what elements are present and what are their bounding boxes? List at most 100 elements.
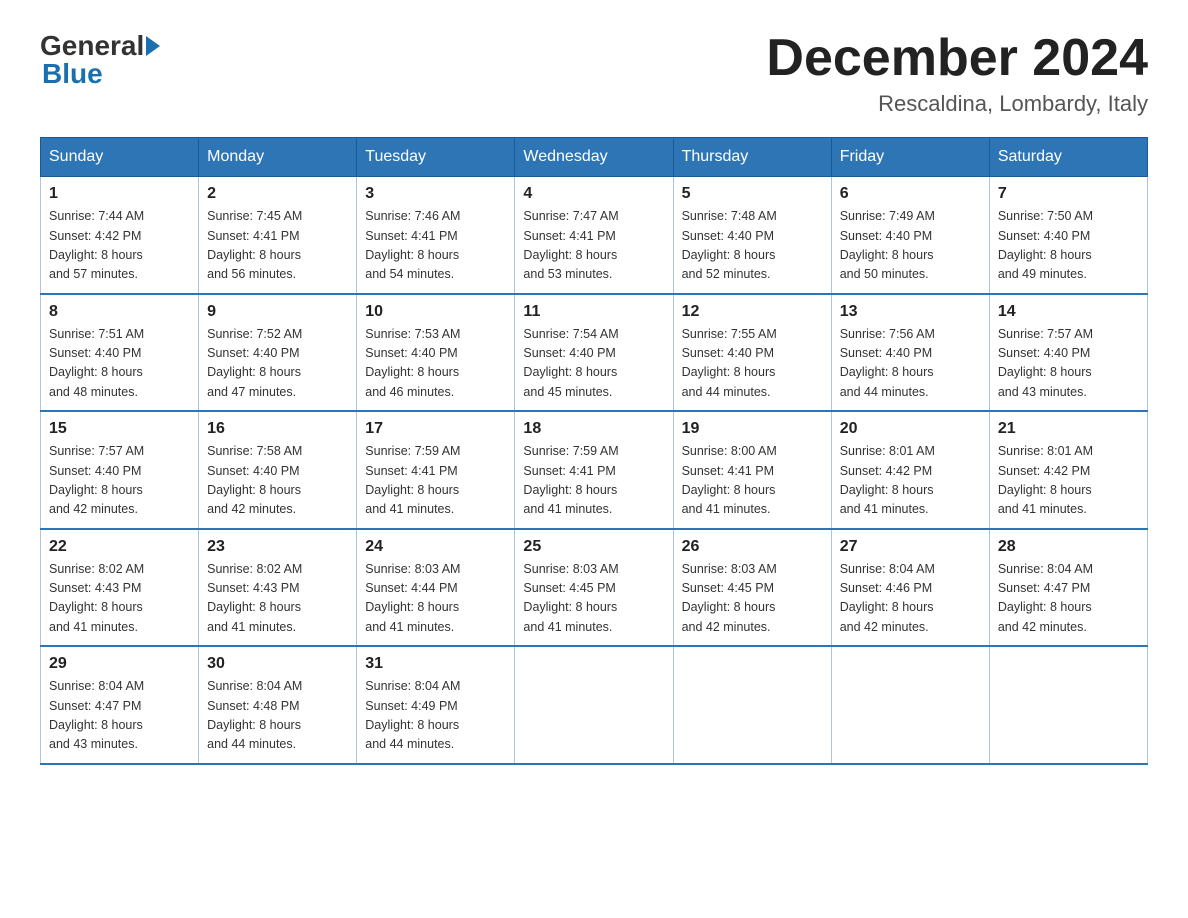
location: Rescaldina, Lombardy, Italy bbox=[766, 91, 1148, 117]
header-monday: Monday bbox=[199, 138, 357, 177]
table-row: 5 Sunrise: 7:48 AM Sunset: 4:40 PM Dayli… bbox=[673, 177, 831, 294]
table-row: 13 Sunrise: 7:56 AM Sunset: 4:40 PM Dayl… bbox=[831, 294, 989, 412]
day-number: 31 bbox=[365, 655, 506, 673]
day-info: Sunrise: 7:52 AM Sunset: 4:40 PM Dayligh… bbox=[207, 325, 348, 403]
day-info: Sunrise: 7:47 AM Sunset: 4:41 PM Dayligh… bbox=[523, 207, 664, 285]
table-row: 17 Sunrise: 7:59 AM Sunset: 4:41 PM Dayl… bbox=[357, 411, 515, 529]
calendar-header-row: Sunday Monday Tuesday Wednesday Thursday… bbox=[41, 138, 1148, 177]
table-row: 8 Sunrise: 7:51 AM Sunset: 4:40 PM Dayli… bbox=[41, 294, 199, 412]
table-row bbox=[673, 646, 831, 764]
day-info: Sunrise: 7:55 AM Sunset: 4:40 PM Dayligh… bbox=[682, 325, 823, 403]
day-info: Sunrise: 7:54 AM Sunset: 4:40 PM Dayligh… bbox=[523, 325, 664, 403]
day-number: 28 bbox=[998, 538, 1139, 556]
table-row: 26 Sunrise: 8:03 AM Sunset: 4:45 PM Dayl… bbox=[673, 529, 831, 647]
header-wednesday: Wednesday bbox=[515, 138, 673, 177]
day-info: Sunrise: 7:56 AM Sunset: 4:40 PM Dayligh… bbox=[840, 325, 981, 403]
table-row: 4 Sunrise: 7:47 AM Sunset: 4:41 PM Dayli… bbox=[515, 177, 673, 294]
day-info: Sunrise: 7:57 AM Sunset: 4:40 PM Dayligh… bbox=[49, 442, 190, 520]
day-number: 16 bbox=[207, 420, 348, 438]
table-row: 10 Sunrise: 7:53 AM Sunset: 4:40 PM Dayl… bbox=[357, 294, 515, 412]
table-row: 25 Sunrise: 8:03 AM Sunset: 4:45 PM Dayl… bbox=[515, 529, 673, 647]
day-number: 8 bbox=[49, 303, 190, 321]
table-row: 7 Sunrise: 7:50 AM Sunset: 4:40 PM Dayli… bbox=[989, 177, 1147, 294]
day-number: 15 bbox=[49, 420, 190, 438]
day-number: 11 bbox=[523, 303, 664, 321]
title-section: December 2024 Rescaldina, Lombardy, Ital… bbox=[766, 30, 1148, 117]
day-number: 24 bbox=[365, 538, 506, 556]
day-number: 17 bbox=[365, 420, 506, 438]
table-row: 20 Sunrise: 8:01 AM Sunset: 4:42 PM Dayl… bbox=[831, 411, 989, 529]
day-info: Sunrise: 8:04 AM Sunset: 4:46 PM Dayligh… bbox=[840, 560, 981, 638]
table-row: 15 Sunrise: 7:57 AM Sunset: 4:40 PM Dayl… bbox=[41, 411, 199, 529]
day-info: Sunrise: 7:44 AM Sunset: 4:42 PM Dayligh… bbox=[49, 207, 190, 285]
logo: General Blue bbox=[40, 30, 162, 90]
header-saturday: Saturday bbox=[989, 138, 1147, 177]
day-info: Sunrise: 7:45 AM Sunset: 4:41 PM Dayligh… bbox=[207, 207, 348, 285]
day-info: Sunrise: 7:57 AM Sunset: 4:40 PM Dayligh… bbox=[998, 325, 1139, 403]
table-row bbox=[831, 646, 989, 764]
day-number: 13 bbox=[840, 303, 981, 321]
table-row: 29 Sunrise: 8:04 AM Sunset: 4:47 PM Dayl… bbox=[41, 646, 199, 764]
table-row: 30 Sunrise: 8:04 AM Sunset: 4:48 PM Dayl… bbox=[199, 646, 357, 764]
day-number: 23 bbox=[207, 538, 348, 556]
day-number: 9 bbox=[207, 303, 348, 321]
day-info: Sunrise: 7:58 AM Sunset: 4:40 PM Dayligh… bbox=[207, 442, 348, 520]
day-info: Sunrise: 8:03 AM Sunset: 4:45 PM Dayligh… bbox=[682, 560, 823, 638]
table-row: 22 Sunrise: 8:02 AM Sunset: 4:43 PM Dayl… bbox=[41, 529, 199, 647]
day-info: Sunrise: 7:49 AM Sunset: 4:40 PM Dayligh… bbox=[840, 207, 981, 285]
calendar-table: Sunday Monday Tuesday Wednesday Thursday… bbox=[40, 137, 1148, 765]
table-row: 18 Sunrise: 7:59 AM Sunset: 4:41 PM Dayl… bbox=[515, 411, 673, 529]
day-info: Sunrise: 8:03 AM Sunset: 4:44 PM Dayligh… bbox=[365, 560, 506, 638]
day-info: Sunrise: 8:02 AM Sunset: 4:43 PM Dayligh… bbox=[49, 560, 190, 638]
day-number: 25 bbox=[523, 538, 664, 556]
day-info: Sunrise: 8:01 AM Sunset: 4:42 PM Dayligh… bbox=[998, 442, 1139, 520]
page-header: General Blue December 2024 Rescaldina, L… bbox=[40, 30, 1148, 117]
day-number: 30 bbox=[207, 655, 348, 673]
header-thursday: Thursday bbox=[673, 138, 831, 177]
day-info: Sunrise: 7:59 AM Sunset: 4:41 PM Dayligh… bbox=[365, 442, 506, 520]
table-row: 2 Sunrise: 7:45 AM Sunset: 4:41 PM Dayli… bbox=[199, 177, 357, 294]
table-row: 6 Sunrise: 7:49 AM Sunset: 4:40 PM Dayli… bbox=[831, 177, 989, 294]
day-number: 2 bbox=[207, 185, 348, 203]
table-row: 14 Sunrise: 7:57 AM Sunset: 4:40 PM Dayl… bbox=[989, 294, 1147, 412]
logo-blue: Blue bbox=[42, 58, 103, 89]
day-info: Sunrise: 8:04 AM Sunset: 4:48 PM Dayligh… bbox=[207, 677, 348, 755]
table-row: 9 Sunrise: 7:52 AM Sunset: 4:40 PM Dayli… bbox=[199, 294, 357, 412]
header-friday: Friday bbox=[831, 138, 989, 177]
day-info: Sunrise: 7:50 AM Sunset: 4:40 PM Dayligh… bbox=[998, 207, 1139, 285]
table-row: 11 Sunrise: 7:54 AM Sunset: 4:40 PM Dayl… bbox=[515, 294, 673, 412]
day-info: Sunrise: 8:04 AM Sunset: 4:47 PM Dayligh… bbox=[998, 560, 1139, 638]
day-info: Sunrise: 8:00 AM Sunset: 4:41 PM Dayligh… bbox=[682, 442, 823, 520]
table-row bbox=[515, 646, 673, 764]
calendar-week-row: 8 Sunrise: 7:51 AM Sunset: 4:40 PM Dayli… bbox=[41, 294, 1148, 412]
table-row: 1 Sunrise: 7:44 AM Sunset: 4:42 PM Dayli… bbox=[41, 177, 199, 294]
day-info: Sunrise: 7:59 AM Sunset: 4:41 PM Dayligh… bbox=[523, 442, 664, 520]
day-number: 29 bbox=[49, 655, 190, 673]
table-row: 3 Sunrise: 7:46 AM Sunset: 4:41 PM Dayli… bbox=[357, 177, 515, 294]
table-row: 27 Sunrise: 8:04 AM Sunset: 4:46 PM Dayl… bbox=[831, 529, 989, 647]
day-info: Sunrise: 8:03 AM Sunset: 4:45 PM Dayligh… bbox=[523, 560, 664, 638]
logo-arrow-icon bbox=[146, 36, 160, 56]
day-info: Sunrise: 7:53 AM Sunset: 4:40 PM Dayligh… bbox=[365, 325, 506, 403]
calendar-week-row: 1 Sunrise: 7:44 AM Sunset: 4:42 PM Dayli… bbox=[41, 177, 1148, 294]
day-number: 10 bbox=[365, 303, 506, 321]
calendar-week-row: 15 Sunrise: 7:57 AM Sunset: 4:40 PM Dayl… bbox=[41, 411, 1148, 529]
day-number: 19 bbox=[682, 420, 823, 438]
day-number: 22 bbox=[49, 538, 190, 556]
day-info: Sunrise: 8:02 AM Sunset: 4:43 PM Dayligh… bbox=[207, 560, 348, 638]
header-tuesday: Tuesday bbox=[357, 138, 515, 177]
day-number: 27 bbox=[840, 538, 981, 556]
table-row: 16 Sunrise: 7:58 AM Sunset: 4:40 PM Dayl… bbox=[199, 411, 357, 529]
table-row: 19 Sunrise: 8:00 AM Sunset: 4:41 PM Dayl… bbox=[673, 411, 831, 529]
table-row: 28 Sunrise: 8:04 AM Sunset: 4:47 PM Dayl… bbox=[989, 529, 1147, 647]
day-number: 6 bbox=[840, 185, 981, 203]
calendar-week-row: 22 Sunrise: 8:02 AM Sunset: 4:43 PM Dayl… bbox=[41, 529, 1148, 647]
day-number: 20 bbox=[840, 420, 981, 438]
month-title: December 2024 bbox=[766, 30, 1148, 87]
day-info: Sunrise: 8:01 AM Sunset: 4:42 PM Dayligh… bbox=[840, 442, 981, 520]
day-number: 3 bbox=[365, 185, 506, 203]
day-number: 14 bbox=[998, 303, 1139, 321]
day-number: 26 bbox=[682, 538, 823, 556]
day-number: 5 bbox=[682, 185, 823, 203]
day-number: 21 bbox=[998, 420, 1139, 438]
